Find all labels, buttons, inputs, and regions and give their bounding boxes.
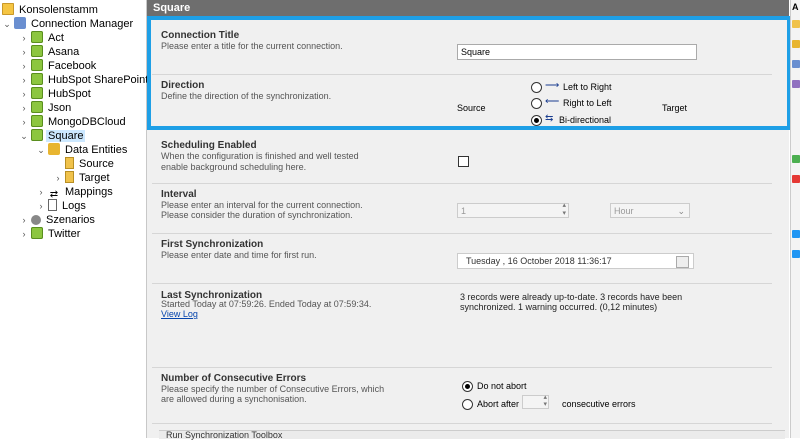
tree-item-twitter[interactable]: Twitter — [31, 227, 82, 241]
scheduling-description-2: enable background scheduling here. — [161, 162, 307, 172]
highlight-frame — [147, 16, 791, 130]
first-sync-section: First Synchronization Please enter date … — [152, 234, 772, 284]
do-not-abort-label: Do not abort — [477, 381, 527, 391]
spinner-icon[interactable]: ▴ ▾ — [543, 394, 547, 408]
action-icon[interactable] — [792, 155, 800, 163]
first-sync-description: Please enter date and time for first run… — [161, 250, 317, 260]
errors-label: Number of Consecutive Errors — [161, 373, 307, 384]
first-sync-label: First Synchronization — [161, 239, 264, 250]
collapse-arrow-icon[interactable]: ⌄ — [36, 143, 46, 157]
navigation-tree: Konsolenstamm ⌄ Connection Manager › Act… — [0, 0, 150, 438]
gear-icon — [31, 215, 41, 225]
database-icon — [48, 143, 60, 155]
interval-unit-value: Hour — [614, 206, 634, 216]
toolbox-title: Run Synchronization Toolbox — [166, 430, 283, 440]
puzzle-icon — [31, 73, 43, 85]
puzzle-icon — [31, 101, 43, 113]
scheduling-description-1: When the configuration is finished and w… — [161, 151, 359, 161]
tree-item-source[interactable]: Source — [65, 157, 116, 171]
action-icon[interactable] — [792, 80, 800, 88]
last-sync-result-1: 3 records were already up-to-date. 3 rec… — [460, 292, 683, 302]
tree-item-json[interactable]: Json — [31, 101, 73, 115]
consecutive-errors-section: Number of Consecutive Errors Please spec… — [152, 368, 772, 424]
first-sync-value: Tuesday , 16 October 2018 11:36:17 — [466, 256, 612, 266]
expand-arrow-icon[interactable]: › — [36, 199, 46, 213]
tree-item-act[interactable]: Act — [31, 31, 66, 45]
folder-icon — [2, 3, 14, 15]
puzzle-icon — [31, 227, 43, 239]
expand-arrow-icon[interactable]: › — [19, 115, 29, 129]
consecutive-errors-suffix: consecutive errors — [562, 399, 636, 409]
expand-arrow-icon[interactable]: › — [19, 213, 29, 227]
first-sync-datetime[interactable]: Tuesday , 16 October 2018 11:36:17 — [457, 253, 694, 269]
expand-arrow-icon[interactable]: › — [19, 45, 29, 59]
tree-item-data-entities[interactable]: Data Entities — [48, 143, 129, 157]
tree-item-facebook[interactable]: Facebook — [31, 59, 98, 73]
abort-count-input[interactable]: ▴ ▾ — [522, 394, 549, 409]
interval-value: 1 — [461, 206, 467, 216]
chevron-down-icon: ⌄ — [677, 206, 685, 216]
spinner-icon[interactable]: ▴ ▾ — [562, 202, 566, 218]
puzzle-icon — [31, 87, 43, 99]
puzzle-icon — [31, 115, 43, 127]
tree-item-asana[interactable]: Asana — [31, 45, 81, 59]
entity-icon — [65, 157, 74, 169]
tree-item-mappings[interactable]: ⇄ Mappings — [48, 185, 115, 200]
tree-item-mongodbcloud[interactable]: MongoDBCloud — [31, 115, 128, 129]
action-icon[interactable] — [792, 250, 800, 258]
expand-arrow-icon[interactable]: › — [53, 171, 63, 185]
errors-description-2: are allowed during a synchonisation. — [161, 394, 307, 404]
entity-icon — [65, 171, 74, 183]
collapse-arrow-icon[interactable]: ⌄ — [2, 17, 12, 31]
tree-item-szenarios[interactable]: Szenarios — [31, 213, 97, 227]
tree-item-hubspot[interactable]: HubSpot — [31, 87, 93, 101]
connection-settings-panel: Square Connection Title Please enter a t… — [147, 0, 791, 440]
scheduling-label: Scheduling Enabled — [161, 140, 257, 151]
interval-label: Interval — [161, 189, 197, 200]
last-sync-section: Last Synchronization Started Today at 07… — [152, 284, 772, 368]
tree-item-square[interactable]: Square — [31, 129, 86, 143]
last-sync-result-2: synchronized. 1 warning occurred. (0,12 … — [460, 302, 658, 312]
action-icon[interactable] — [792, 20, 800, 28]
actions-pane-header: A — [792, 2, 799, 12]
expand-arrow-icon[interactable]: › — [36, 185, 46, 199]
puzzle-icon — [31, 45, 43, 57]
actions-pane-strip: A — [790, 0, 800, 438]
tree-item-connection-manager[interactable]: Connection Manager — [14, 17, 135, 31]
log-icon — [48, 199, 57, 211]
puzzle-icon — [31, 31, 43, 43]
view-log-link[interactable]: View Log — [161, 309, 198, 320]
puzzle-icon — [31, 129, 43, 141]
expand-arrow-icon[interactable]: › — [19, 59, 29, 73]
puzzle-icon — [31, 59, 43, 71]
calendar-icon[interactable] — [676, 256, 689, 268]
action-icon[interactable] — [792, 230, 800, 238]
expand-arrow-icon[interactable]: › — [19, 31, 29, 45]
do-not-abort-radio[interactable] — [462, 381, 473, 392]
expand-arrow-icon[interactable]: › — [19, 87, 29, 101]
interval-description-2: Please consider the duration of synchron… — [161, 210, 353, 220]
connection-manager-icon — [14, 17, 26, 29]
interval-unit-select[interactable]: Hour ⌄ — [610, 203, 690, 218]
tree-item-target[interactable]: Target — [65, 171, 112, 185]
tree-item-hubspot-sharepoint[interactable]: HubSpot SharePoint — [31, 73, 150, 87]
interval-section: Interval Please enter an interval for th… — [152, 184, 772, 234]
collapse-arrow-icon[interactable]: ⌄ — [19, 129, 29, 143]
abort-after-label: Abort after — [477, 399, 520, 409]
panel-header: Square — [147, 0, 789, 17]
action-icon[interactable] — [792, 40, 800, 48]
tree-item-konsolenstamm[interactable]: Konsolenstamm — [2, 3, 100, 17]
abort-after-radio[interactable] — [462, 399, 473, 410]
close-icon[interactable] — [792, 175, 800, 183]
expand-arrow-icon[interactable]: › — [19, 73, 29, 87]
scheduling-checkbox[interactable] — [458, 156, 469, 167]
action-icon[interactable] — [792, 60, 800, 68]
interval-input[interactable]: 1 ▴ ▾ — [457, 202, 569, 218]
expand-arrow-icon[interactable]: › — [19, 227, 29, 241]
scheduling-section: Scheduling Enabled When the configuratio… — [152, 134, 772, 184]
tree-item-logs[interactable]: Logs — [48, 199, 88, 213]
expand-arrow-icon[interactable]: › — [19, 101, 29, 115]
